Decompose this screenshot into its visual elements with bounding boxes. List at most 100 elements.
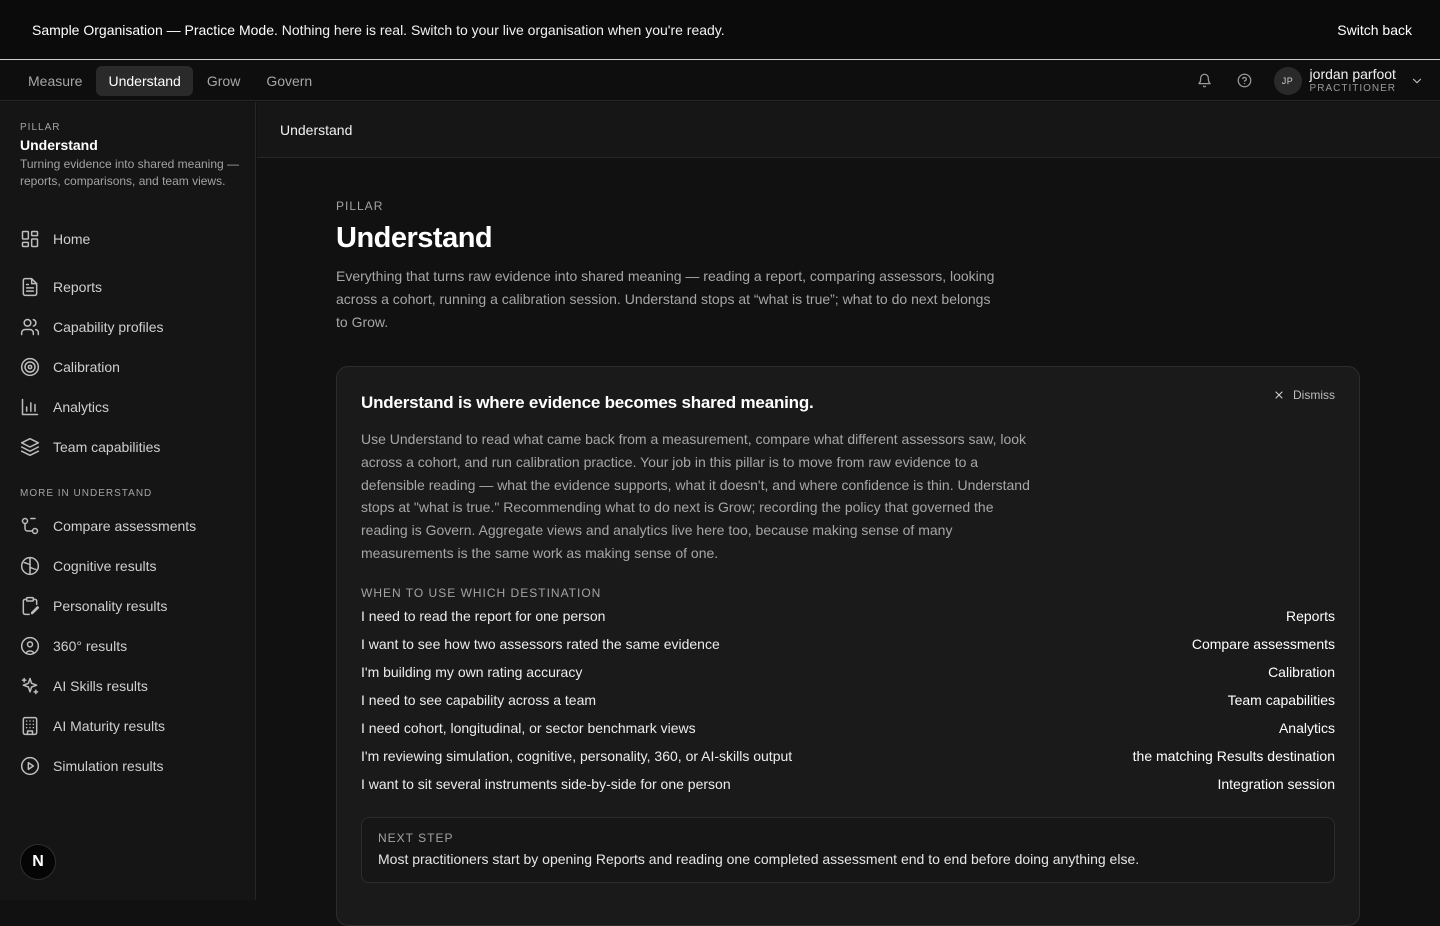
users-icon [20, 318, 40, 336]
sidebar-item-team-capabilities[interactable]: Team capabilities [20, 435, 160, 459]
sidebar-item-label: AI Skills results [53, 678, 148, 694]
building-icon [22, 716, 38, 736]
breadcrumb: Understand [257, 102, 1440, 158]
avatar: JP [1273, 66, 1302, 95]
sidebar-item-analytics[interactable]: Analytics [20, 395, 109, 419]
sidebar-item-label: Home [53, 231, 91, 247]
tab-measure[interactable]: Measure [16, 66, 94, 96]
user-area: JP jordan parfoot PRACTITIONER [1194, 66, 1424, 96]
sidebar-kicker: PILLAR [20, 122, 61, 133]
sidebar-item-label: Personality results [53, 598, 168, 614]
destination-row: I want to sit several instruments side-b… [361, 776, 1335, 798]
sidebar-item-label: AI Maturity results [53, 718, 166, 734]
sidebar-description: Turning evidence into shared meaning — r… [20, 157, 240, 188]
breadcrumb-current: Understand [280, 121, 353, 138]
sidebar-item-capability-profiles[interactable]: Capability profiles [20, 315, 164, 339]
sidebar-item-label: 360° results [53, 638, 128, 654]
destination-link[interactable]: Calibration [1268, 664, 1335, 686]
destination-need: I want to sit several instruments side-b… [361, 776, 731, 792]
sidebar-item-label: Simulation results [53, 758, 164, 774]
tab-understand[interactable]: Understand [96, 65, 193, 96]
sidebar-item-ai-maturity-results[interactable]: AI Maturity results [20, 714, 165, 738]
sidebar-item-label: Compare assessments [53, 518, 197, 534]
user-circle-icon [20, 636, 40, 656]
git-compare-icon [21, 517, 39, 535]
sidebar-item-label: Capability profiles [53, 319, 164, 335]
card-title: Understand is where evidence becomes sha… [361, 393, 814, 412]
sidebar-title: Understand [20, 137, 98, 153]
user-role: PRACTITIONER [1309, 82, 1396, 94]
next-step-text: Most practitioners start by opening Repo… [378, 851, 1140, 867]
user-info: jordan parfoot PRACTITIONER [1310, 66, 1396, 96]
switch-back-button[interactable]: Switch back [1337, 22, 1412, 38]
practice-mode-banner: Sample Organisation — Practice Mode. Not… [0, 0, 1440, 60]
banner-strong-text: Sample Organisation — Practice Mode. [32, 21, 278, 38]
destination-heading: WHEN TO USE WHICH DESTINATION [361, 586, 602, 600]
sidebar-item-label: Reports [53, 279, 103, 295]
bell-icon[interactable] [1194, 70, 1216, 92]
destination-row: I'm building my own rating accuracy Cali… [361, 664, 1335, 686]
tab-govern[interactable]: Govern [254, 66, 324, 96]
sidebar-item-simulation-results[interactable]: Simulation results [20, 754, 164, 778]
grid-icon [21, 230, 39, 248]
top-navigation: Measure Understand Grow Govern JP jordan… [0, 61, 1440, 101]
sidebar-item-360-results[interactable]: 360° results [20, 634, 127, 658]
destination-row: I need cohort, longitudinal, or sector b… [361, 720, 1335, 742]
layers-icon [20, 437, 40, 457]
sidebar: PILLAR Understand Turning evidence into … [0, 102, 256, 900]
destination-link[interactable]: Team capabilities [1228, 692, 1335, 714]
destination-link[interactable]: Integration session [1217, 776, 1335, 798]
sidebar-item-label: Team capabilities [53, 439, 161, 455]
destination-link[interactable]: Compare assessments [1192, 636, 1335, 658]
next-step-box: NEXT STEP Most practitioners start by op… [361, 817, 1335, 883]
page-description: Everything that turns raw evidence into … [336, 268, 995, 330]
destination-need: I'm building my own rating accuracy [361, 664, 583, 680]
tab-grow[interactable]: Grow [195, 66, 252, 96]
main-content: PILLAR Understand Everything that turns … [257, 158, 1440, 926]
sidebar-section-heading: MORE IN UNDERSTAND [20, 488, 153, 499]
destination-need: I need cohort, longitudinal, or sector b… [361, 720, 696, 736]
destination-need: I need to see capability across a team [361, 692, 597, 708]
brain-icon [20, 556, 40, 576]
sidebar-item-label: Analytics [53, 399, 110, 415]
page-kicker: PILLAR [336, 199, 384, 213]
sidebar-item-compare-assessments[interactable]: Compare assessments [20, 514, 196, 538]
sparkles-icon [21, 677, 39, 695]
banner-text: Nothing here is real. Switch to your liv… [277, 21, 725, 38]
sidebar-item-ai-skills-results[interactable]: AI Skills results [20, 674, 148, 698]
app-logo[interactable]: N [20, 844, 56, 880]
destination-need: I'm reviewing simulation, cognitive, per… [361, 748, 793, 764]
close-icon [1275, 391, 1283, 399]
sidebar-item-cognitive-results[interactable]: Cognitive results [20, 554, 157, 578]
destination-link[interactable]: Analytics [1279, 720, 1335, 742]
sidebar-item-personality-results[interactable]: Personality results [20, 594, 167, 618]
destination-link[interactable]: Reports [1286, 608, 1335, 630]
user-name: jordan parfoot [1309, 65, 1396, 82]
intro-card: Understand is where evidence becomes sha… [336, 366, 1360, 926]
clipboard-edit-icon [22, 596, 40, 616]
target-icon [20, 357, 40, 377]
banner-message: Sample Organisation — Practice Mode. Not… [32, 22, 725, 38]
sidebar-item-home[interactable]: Home [20, 227, 90, 251]
sidebar-item-reports[interactable]: Reports [20, 275, 102, 299]
destination-row: I want to see how two assessors rated th… [361, 636, 1335, 658]
user-menu[interactable]: JP jordan parfoot PRACTITIONER [1273, 66, 1424, 96]
help-circle-icon[interactable] [1234, 70, 1256, 92]
destination-row: I need to read the report for one person… [361, 608, 1335, 630]
chevron-down-icon [1412, 78, 1422, 83]
pillar-tabs: Measure Understand Grow Govern [16, 65, 324, 96]
sidebar-item-label: Cognitive results [53, 558, 157, 574]
file-text-icon [22, 277, 38, 297]
bar-chart-icon [21, 398, 39, 416]
sidebar-item-calibration[interactable]: Calibration [20, 355, 120, 379]
dismiss-label: Dismiss [1293, 388, 1335, 402]
destination-row: I need to see capability across a team T… [361, 692, 1335, 714]
destination-need: I want to see how two assessors rated th… [361, 636, 720, 652]
play-circle-icon [20, 756, 40, 776]
dismiss-button[interactable]: Dismiss [1273, 388, 1335, 402]
destination-need: I need to read the report for one person [361, 608, 606, 624]
destination-link[interactable]: the matching Results destination [1133, 748, 1335, 770]
destination-row: I'm reviewing simulation, cognitive, per… [361, 748, 1335, 770]
card-body: Use Understand to read what came back fr… [361, 431, 1030, 561]
sidebar-item-label: Calibration [53, 359, 120, 375]
